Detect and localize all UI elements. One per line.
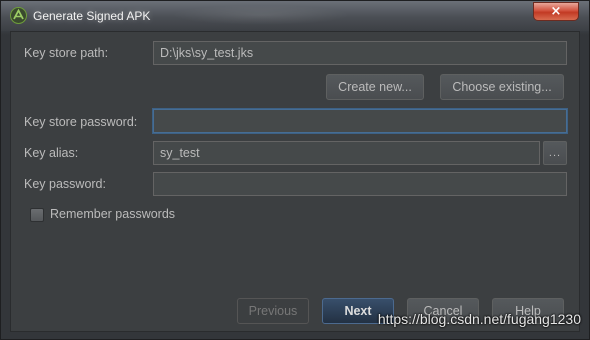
dialog-window: Generate Signed APK × Key store path: D:… <box>0 0 590 340</box>
window-title: Generate Signed APK <box>33 9 151 23</box>
keystore-password-input[interactable] <box>153 109 567 133</box>
title-bar[interactable]: Generate Signed APK × <box>1 1 589 31</box>
watermark-text: https://blog.csdn.net/fugang1230 <box>377 311 581 327</box>
previous-button[interactable]: Previous <box>237 298 309 324</box>
remember-passwords-checkbox[interactable] <box>30 208 44 222</box>
choose-existing-button[interactable]: Choose existing... <box>440 74 564 100</box>
create-new-button[interactable]: Create new... <box>326 74 424 100</box>
key-password-label: Key password: <box>24 177 106 191</box>
title-bar-glow <box>171 5 351 25</box>
key-alias-field[interactable]: sy_test <box>153 141 540 165</box>
remember-passwords-label[interactable]: Remember passwords <box>50 207 175 221</box>
close-icon: × <box>550 4 562 19</box>
keystore-password-label: Key store password: <box>24 115 138 129</box>
keystore-path-label: Key store path: <box>24 46 109 60</box>
key-alias-label: Key alias: <box>24 146 79 160</box>
key-alias-browse-button[interactable]: ... <box>543 141 567 165</box>
android-studio-icon <box>10 7 27 24</box>
key-password-input[interactable] <box>153 172 567 196</box>
keystore-path-field[interactable]: D:\jks\sy_test.jks <box>153 41 567 65</box>
close-button[interactable]: × <box>533 2 579 21</box>
